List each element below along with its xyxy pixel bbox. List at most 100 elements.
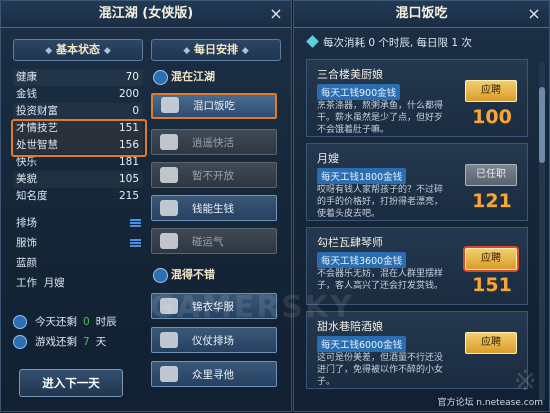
stat-value: 200: [118, 88, 139, 100]
horse-icon: [160, 332, 178, 348]
status-header-label: 基本状态: [56, 43, 100, 56]
list-icon[interactable]: [130, 219, 141, 228]
close-button[interactable]: ×: [525, 5, 543, 23]
job-name: 月嫂: [317, 152, 339, 165]
highlight-box: [11, 119, 147, 157]
stat-row-investment: 投资财富 0: [13, 103, 143, 120]
clock-icon: [13, 315, 27, 329]
stat-value: 0: [132, 105, 139, 117]
apply-button[interactable]: 应聘: [465, 80, 517, 102]
action-label: 众里寻他: [192, 369, 234, 381]
leisure-icon: [160, 134, 178, 150]
counter-game: 游戏还剩 7 天: [13, 333, 106, 351]
ornament-icon: ◆: [183, 46, 191, 56]
watermark-logo: ※: [513, 364, 537, 397]
status-header: ◆ 基本状态 ◆: [13, 39, 143, 61]
stat-row-fame: 知名度 215: [13, 188, 143, 205]
group-header-jianghu: 混在江湖: [151, 67, 279, 87]
misc-row-job: 工作 月嫂: [13, 273, 143, 293]
job-name: 三合楼美厨娘: [317, 68, 383, 81]
stat-row-health: 健康 70: [13, 69, 143, 86]
job-panel-title: 混口饭吃: [294, 1, 549, 28]
person-icon: [160, 366, 178, 382]
stat-label: 快乐: [16, 156, 37, 168]
action-label: 逍遥快活: [192, 137, 234, 149]
list-icon[interactable]: [130, 239, 141, 248]
misc-label: 服饰: [16, 237, 37, 249]
misc-row-companion: 蓝颜: [13, 253, 143, 273]
job-list: 三合楼美厨娘 每天工钱900金钱 烹茶涤器，熬粥承鱼，什么都得干。薪水虽然是少了…: [306, 59, 528, 413]
close-button[interactable]: ×: [267, 5, 285, 23]
action-label: 暂不开放: [192, 170, 234, 182]
misc-label: 工作: [16, 277, 37, 289]
gem-icon: [306, 35, 319, 48]
action-label: 钱能生钱: [192, 203, 234, 215]
group-label: 混在江湖: [171, 70, 215, 83]
apply-button[interactable]: 应聘: [465, 248, 517, 270]
group-label: 混得不错: [171, 268, 215, 281]
scrollbar-thumb[interactable]: [539, 87, 545, 163]
job-value: 月嫂: [43, 277, 65, 289]
job-description: 哎呀有钱人家帮孩子的？不过碎的手的价格好，打扮得老漂亮，使着头皮去吧。: [317, 185, 444, 219]
misc-row-retinue[interactable]: 排场: [13, 213, 143, 233]
job-pay-badge: 每天工钱900金钱: [317, 84, 401, 100]
scrollbar[interactable]: [539, 61, 545, 401]
job-requirement: 151: [472, 274, 512, 296]
stat-value: 70: [125, 71, 139, 83]
action-luck[interactable]: 碰运气: [151, 228, 277, 254]
apply-button[interactable]: 应聘: [465, 332, 517, 354]
daily-header-label: 每日安排: [194, 43, 238, 56]
misc-label: 蓝颜: [16, 257, 37, 269]
action-invest[interactable]: 钱能生钱: [151, 195, 277, 221]
job-pay-badge: 每天工钱3600金钱: [317, 252, 407, 268]
action-label: 仪仗排场: [192, 335, 234, 347]
job-description: 这可是份美差，但酒量不行还没进门了，免得被以作不醉的小女子。: [317, 353, 444, 387]
stat-row-money: 金钱 200: [13, 86, 143, 103]
counter-today: 今天还剩 0 时辰: [13, 313, 117, 331]
stat-value: 105: [118, 173, 139, 185]
consume-info: 每次消耗 0 个时辰, 每日限 1 次: [306, 35, 472, 50]
group-icon: [153, 268, 168, 283]
misc-label: 排场: [16, 217, 37, 229]
main-panel: 混江湖 (女侠版) × ◆ 基本状态 ◆ ◆ 每日安排 ◆ 健康 70 金钱 200…: [0, 0, 292, 412]
counter-label: 游戏还剩: [35, 336, 77, 348]
counter-label: 今天还剩: [35, 316, 77, 328]
misc-row-clothing[interactable]: 服饰: [13, 233, 143, 253]
action-leisure[interactable]: 逍遥快活: [151, 129, 277, 155]
stat-value: 215: [118, 190, 139, 202]
job-name: 勾栏瓦肆琴师: [317, 236, 383, 249]
stat-label: 金钱: [16, 88, 37, 100]
group-icon: [153, 70, 168, 85]
action-retinue[interactable]: 仪仗排场: [151, 327, 277, 353]
action-make-a-living[interactable]: 混口饭吃: [151, 93, 277, 119]
bowl-icon: [161, 97, 179, 113]
stat-label: 美貌: [16, 173, 37, 185]
dice-icon: [160, 233, 178, 249]
next-day-button[interactable]: 进入下一天: [19, 369, 123, 397]
ornament-icon: ◆: [45, 46, 53, 56]
stat-label: 健康: [16, 71, 37, 83]
coin-icon: [160, 200, 178, 216]
hourglass-icon: [13, 335, 27, 349]
watermark: GAMERSKY: [150, 290, 354, 325]
action-label: 混口饭吃: [193, 100, 235, 112]
action-not-open: 暂不开放: [151, 162, 277, 188]
panel-title: 混江湖 (女侠版): [1, 1, 291, 28]
counter-value: 0: [83, 316, 90, 328]
counter-unit: 天: [95, 336, 107, 348]
counter-unit: 时辰: [95, 316, 117, 328]
stat-row-beauty: 美貌 105: [13, 171, 143, 188]
job-card: 三合楼美厨娘 每天工钱900金钱 烹茶涤器，熬粥承鱼，什么都得干。薪水虽然是少了…: [306, 59, 528, 137]
employed-button[interactable]: 已任职: [465, 164, 517, 186]
counter-value: 7: [83, 336, 90, 348]
group-header-good: 混得不错: [151, 265, 279, 285]
consume-text: 每次消耗 0 个时辰, 每日限 1 次: [323, 37, 472, 49]
stat-label: 知名度: [16, 190, 48, 202]
action-find-him[interactable]: 众里寻他: [151, 361, 277, 387]
job-pay-badge: 每天工钱6000金钱: [317, 336, 407, 352]
job-card: 月嫂 每天工钱1800金钱 哎呀有钱人家帮孩子的？不过碎的手的价格好，打扮得老漂…: [306, 143, 528, 221]
job-requirement: 100: [472, 106, 512, 128]
stat-label: 投资财富: [16, 105, 58, 117]
job-description: 不会器乐无妨，混在人群里摆样子，客人高兴了还会打发赏钱。: [317, 269, 444, 291]
